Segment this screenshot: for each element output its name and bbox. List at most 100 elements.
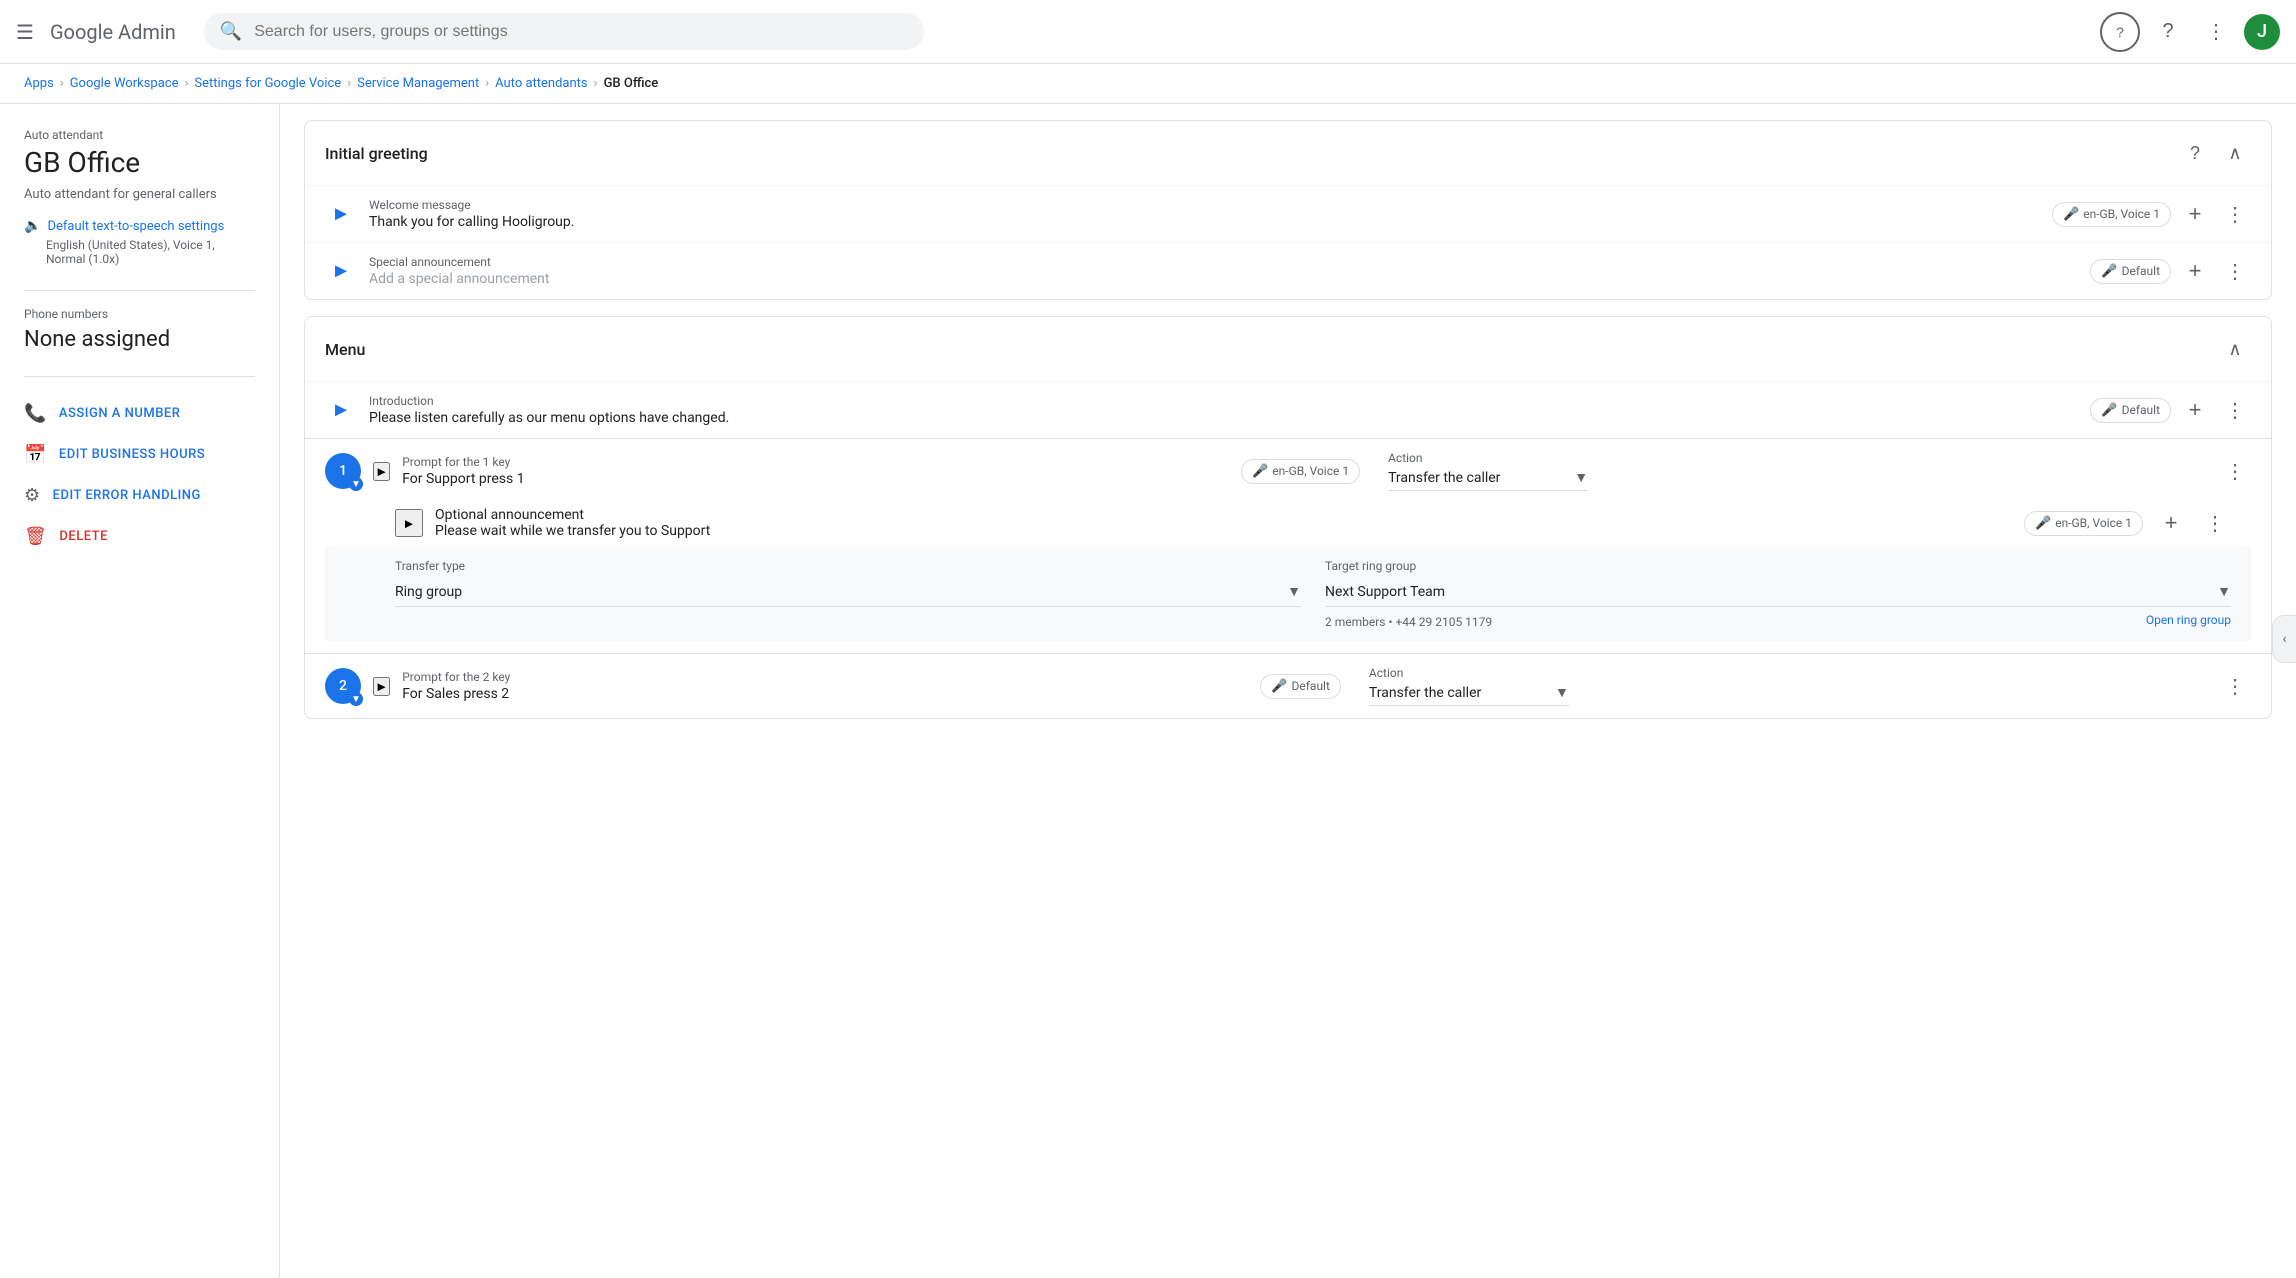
optional1-add-button[interactable]: +	[2155, 507, 2187, 539]
edit-error-button[interactable]: ⚙ EDIT ERROR HANDLING	[24, 475, 255, 516]
key1-more-button[interactable]: ⋮	[2219, 455, 2251, 487]
intro-row: ► Introduction Please listen carefully a…	[305, 381, 2271, 438]
header-icons: ? ∧	[2179, 137, 2251, 169]
search-bar[interactable]: 🔍	[204, 13, 924, 50]
special-content: Special announcement Add a special annou…	[369, 255, 2078, 287]
key2-action-select[interactable]: Transfer the caller ▼	[1369, 680, 1569, 706]
special-text[interactable]: Add a special announcement	[369, 271, 2078, 287]
assign-number-button[interactable]: 📞 ASSIGN A NUMBER	[24, 393, 255, 434]
breadcrumb-apps[interactable]: Apps	[24, 76, 54, 91]
edit-hours-button[interactable]: 📅 EDIT BUSINESS HOURS	[24, 434, 255, 475]
intro-label: Introduction	[369, 394, 2078, 408]
search-icon: 🔍	[220, 21, 242, 42]
key1-action-select[interactable]: Transfer the caller ▼	[1388, 465, 1588, 491]
help-button[interactable]: ?	[2148, 12, 2188, 52]
tts-settings-link[interactable]: 🔈 Default text-to-speech settings	[24, 218, 255, 234]
key2-num: 2	[339, 678, 347, 694]
special-voice-chip[interactable]: 🎤 Default	[2090, 259, 2171, 284]
key1-action: Action Transfer the caller ▼	[1388, 451, 2207, 491]
initial-greeting-header[interactable]: Initial greeting ? ∧	[305, 121, 2271, 185]
menu-header[interactable]: Menu ∧	[305, 317, 2271, 381]
transfer-type-select[interactable]: Ring group ▼	[395, 577, 1301, 607]
intro-add-button[interactable]: +	[2179, 394, 2211, 426]
help-badge-button[interactable]: ?	[2100, 12, 2140, 52]
collapse-icon-button[interactable]: ∧	[2219, 137, 2251, 169]
tts-label: Default text-to-speech settings	[47, 219, 224, 234]
tts-sub: English (United States), Voice 1, Normal…	[24, 238, 255, 266]
target-group-select[interactable]: Next Support Team ▼	[1325, 577, 2231, 607]
intro-voice-label: Default	[2122, 403, 2160, 417]
special-more-button[interactable]: ⋮	[2219, 255, 2251, 287]
breadcrumb-workspace[interactable]: Google Workspace	[70, 76, 179, 91]
welcome-more-button[interactable]: ⋮	[2219, 198, 2251, 230]
transfer-type-label: Transfer type	[395, 559, 1301, 573]
sound-icon: 🔈	[24, 218, 41, 234]
play-special-button[interactable]: ►	[325, 255, 357, 287]
menu-icon[interactable]: ☰	[16, 20, 34, 44]
open-ring-group-link[interactable]: Open ring group	[2146, 613, 2231, 627]
key1-block: 1 ▼ ► Prompt for the 1 key For Support p…	[305, 438, 2271, 653]
key1-transfer-block: Transfer type Ring group ▼ Target ring g…	[325, 547, 2251, 641]
phone-icon: 📞	[24, 403, 47, 424]
key2-more-button[interactable]: ⋮	[2219, 670, 2251, 702]
initial-greeting-title: Initial greeting	[325, 144, 428, 163]
optional1-more-button[interactable]: ⋮	[2199, 507, 2231, 539]
key2-voice-chip[interactable]: 🎤 Default	[1260, 674, 1341, 699]
sep4: ›	[485, 76, 489, 91]
breadcrumb-auto[interactable]: Auto attendants	[495, 76, 588, 91]
play-intro-button[interactable]: ►	[325, 394, 357, 426]
special-add-button[interactable]: +	[2179, 255, 2211, 287]
apps-button[interactable]: ⋮	[2196, 12, 2236, 52]
welcome-add-button[interactable]: +	[2179, 198, 2211, 230]
welcome-voice-label: en-GB, Voice 1	[2083, 207, 2160, 221]
divider1	[24, 290, 255, 291]
right-panel-toggle[interactable]: ‹	[2272, 615, 2296, 663]
key2-voice-label: Default	[1292, 679, 1330, 693]
key1-action-label: Action	[1388, 451, 1588, 465]
menu-collapse-button[interactable]: ∧	[2219, 333, 2251, 365]
key1-voice-chip[interactable]: 🎤 en-GB, Voice 1	[1241, 459, 1360, 484]
office-name: GB Office	[24, 146, 255, 179]
mic-icon-3: 🎤	[2101, 403, 2117, 418]
key1-prompt-label: Prompt for the 1 key	[402, 455, 1221, 469]
intro-more-button[interactable]: ⋮	[2219, 394, 2251, 426]
target-sub: 2 members • +44 29 2105 1179	[1325, 615, 1492, 629]
target-group-label: Target ring group	[1325, 559, 2231, 573]
divider2	[24, 376, 255, 377]
main-layout: Auto attendant GB Office Auto attendant …	[0, 104, 2296, 1277]
key1-dropdown-icon: ▼	[1574, 469, 1588, 486]
intro-actions: 🎤 Default + ⋮	[2090, 394, 2251, 426]
special-voice-label: Default	[2122, 264, 2160, 278]
welcome-voice-chip[interactable]: 🎤 en-GB, Voice 1	[2052, 202, 2171, 227]
special-announcement-row: ► Special announcement Add a special ann…	[305, 242, 2271, 299]
help-icon-button[interactable]: ?	[2179, 137, 2211, 169]
optional1-label: Optional announcement	[435, 507, 2012, 523]
intro-voice-chip[interactable]: 🎤 Default	[2090, 398, 2171, 423]
welcome-actions: 🎤 en-GB, Voice 1 + ⋮	[2052, 198, 2251, 230]
play-optional1-button[interactable]: ►	[395, 509, 423, 537]
app-title: Google Admin	[50, 20, 176, 44]
delete-button[interactable]: 🗑 DELETE	[24, 516, 255, 557]
key2-dropdown-icon: ▼	[1555, 684, 1569, 701]
key1-badge[interactable]: 1 ▼	[325, 453, 361, 489]
key2-badge[interactable]: 2 ▼	[325, 668, 361, 704]
breadcrumb-service[interactable]: Service Management	[357, 76, 479, 91]
gear-icon: ⚙	[24, 485, 41, 506]
intro-content: Introduction Please listen carefully as …	[369, 394, 2078, 426]
optional1-voice-chip[interactable]: 🎤 en-GB, Voice 1	[2024, 511, 2143, 536]
play-welcome-button[interactable]: ►	[325, 198, 357, 230]
welcome-message-row: ► Welcome message Thank you for calling …	[305, 185, 2271, 242]
assign-label: ASSIGN A NUMBER	[59, 406, 181, 421]
search-input[interactable]	[254, 23, 908, 41]
optional1-text: Please wait while we transfer you to Sup…	[435, 523, 2012, 539]
transfer-row: Transfer type Ring group ▼ Target ring g…	[395, 559, 2231, 629]
play-key2-button[interactable]: ►	[373, 677, 390, 696]
avatar[interactable]: J	[2244, 14, 2280, 50]
breadcrumb-voice[interactable]: Settings for Google Voice	[194, 76, 341, 91]
mic-icon-6: 🎤	[1271, 679, 1287, 694]
transfer-type-text: Ring group	[395, 584, 462, 600]
sep1: ›	[60, 76, 64, 91]
menu-title: Menu	[325, 340, 365, 359]
key1-prompt-text: For Support press 1	[402, 471, 1221, 487]
play-key1-button[interactable]: ►	[373, 462, 390, 481]
